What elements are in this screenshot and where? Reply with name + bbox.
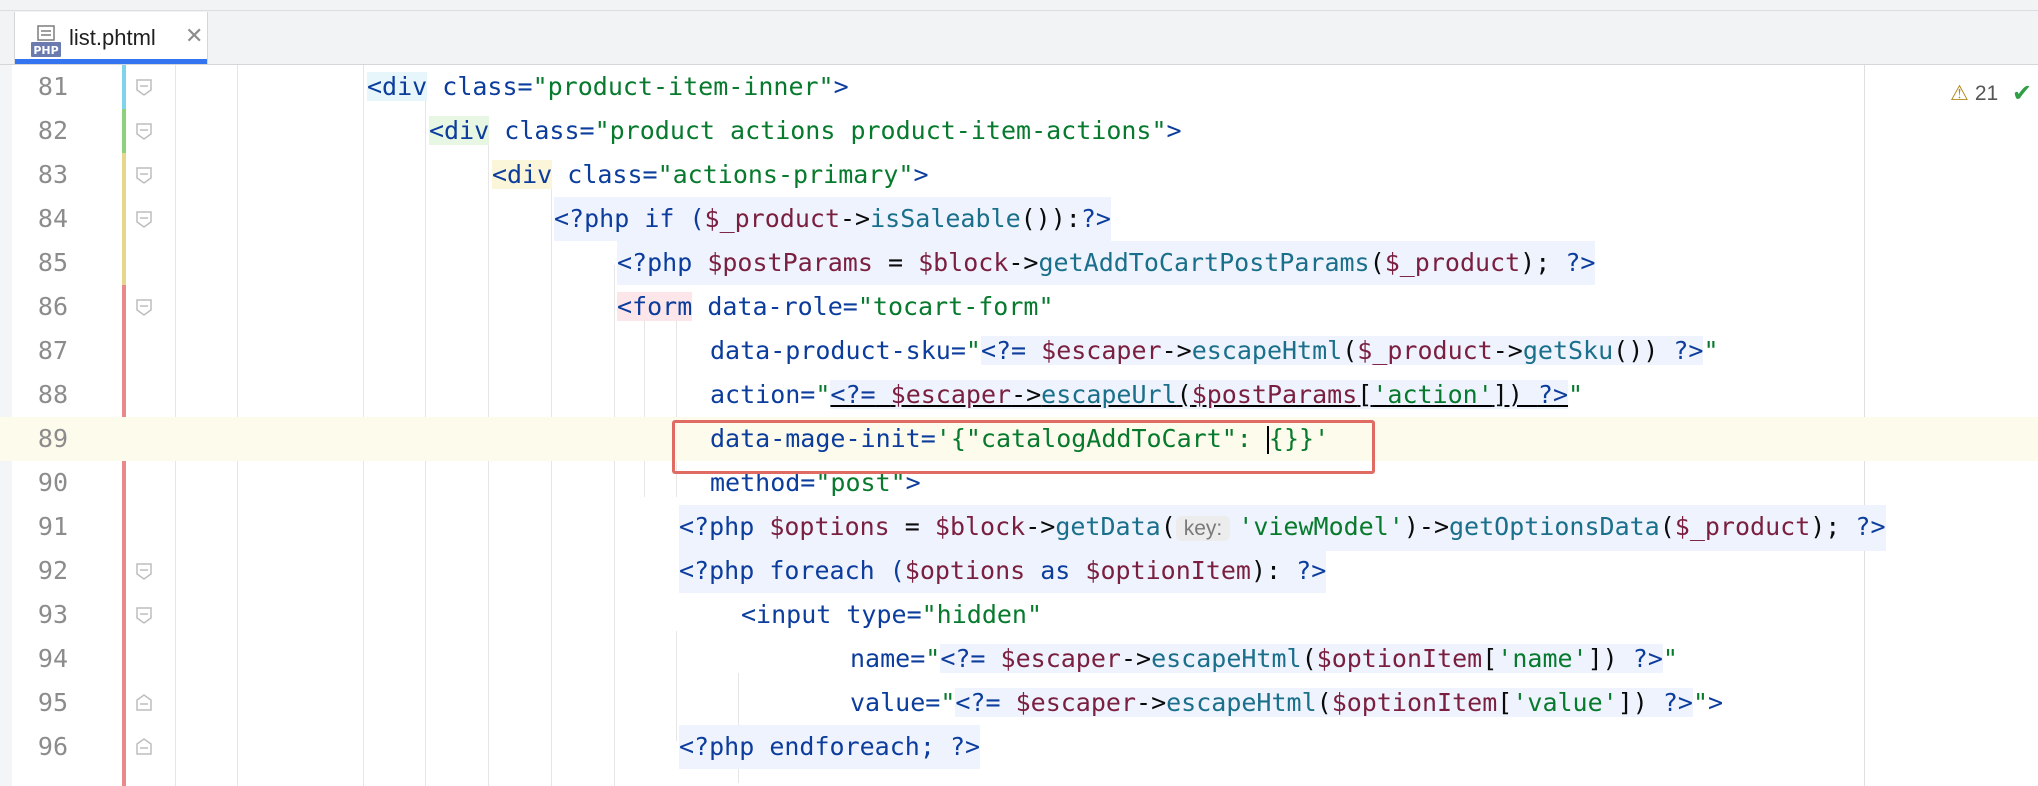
line-number: 83	[37, 160, 68, 189]
line-number: 81	[37, 72, 68, 101]
svg-text:PHP: PHP	[33, 44, 58, 57]
fold-marker-icon[interactable]	[134, 121, 154, 141]
active-tab-indicator	[15, 59, 207, 64]
code-editor[interactable]: 81 <div class="product-item-inner"> 82 <…	[0, 65, 2038, 786]
code-line[interactable]: 86 <form data-role="tocart-form"	[0, 285, 2038, 329]
code-line[interactable]: 96 <?php endforeach; ?>	[0, 725, 2038, 769]
code-line[interactable]: 82 <div class="product actions product-i…	[0, 109, 2038, 153]
line-number: 84	[37, 204, 68, 233]
code-text: <form data-role="tocart-form"	[617, 292, 1054, 321]
code-line[interactable]: 92 <?php foreach ($options as $optionIte…	[0, 549, 2038, 593]
code-text: <div class="product-item-inner">	[367, 72, 849, 101]
code-text: data-product-sku="<?= $escaper->escapeHt…	[710, 336, 1719, 365]
code-text: <input type="hidden"	[741, 600, 1043, 629]
line-number: 94	[37, 644, 68, 673]
line-number: 88	[37, 380, 68, 409]
code-text: action="<?= $escaper->escapeUrl($postPar…	[710, 380, 1584, 409]
line-number: 92	[37, 556, 68, 585]
code-line[interactable]: 91 <?php $options = $block->getData(key:…	[0, 505, 2038, 551]
fold-marker-icon[interactable]	[134, 77, 154, 97]
code-text: <div class="product actions product-item…	[429, 116, 1182, 145]
code-text: <?php $postParams = $block->getAddToCart…	[617, 241, 1596, 285]
line-number: 93	[37, 600, 68, 629]
line-number: 89	[37, 424, 68, 453]
fold-marker-icon[interactable]	[134, 209, 154, 229]
code-line[interactable]: 83 <div class="actions-primary">	[0, 153, 2038, 197]
warning-count: 21	[1974, 82, 1999, 105]
editor-tab-bar: PHP list.phtml ✕	[0, 0, 2038, 65]
line-number: 96	[37, 732, 68, 761]
code-line[interactable]: 84 <?php if ($_product->isSaleable()):?>	[0, 197, 2038, 241]
code-text: <?php $options = $block->getData(key:'vi…	[679, 505, 1886, 551]
code-line[interactable]: 93 <input type="hidden"	[0, 593, 2038, 637]
warning-icon: ⚠	[1950, 82, 1969, 105]
parameter-hint: key:	[1175, 516, 1231, 541]
fold-end-marker-icon[interactable]	[134, 693, 154, 713]
code-text: <?php if ($_product->isSaleable()):?>	[554, 197, 1111, 241]
check-icon[interactable]: ✔	[2012, 79, 2032, 107]
code-line[interactable]: 94 name="<?= $escaper->escapeHtml($optio…	[0, 637, 2038, 681]
code-text: <div class="actions-primary">	[492, 160, 929, 189]
fold-end-marker-icon[interactable]	[134, 737, 154, 757]
tab-file-name: list.phtml	[69, 25, 156, 50]
close-icon[interactable]: ✕	[185, 24, 203, 49]
code-text: <?php endforeach; ?>	[679, 725, 981, 769]
code-text: name="<?= $escaper->escapeHtml($optionIt…	[850, 644, 1678, 673]
line-number: 91	[37, 512, 68, 541]
code-line[interactable]: 95 value="<?= $escaper->escapeHtml($opti…	[0, 681, 2038, 725]
code-line[interactable]: 85 <?php $postParams = $block->getAddToC…	[0, 241, 2038, 285]
code-line[interactable]: 87 data-product-sku="<?= $escaper->escap…	[0, 329, 2038, 373]
line-number: 85	[37, 248, 68, 277]
tab-list-phtml[interactable]: PHP list.phtml ✕	[14, 12, 208, 64]
code-line[interactable]: 81 <div class="product-item-inner">	[0, 65, 2038, 109]
code-text: <?php foreach ($options as $optionItem):…	[679, 549, 1327, 593]
code-text: value="<?= $escaper->escapeHtml($optionI…	[850, 688, 1724, 717]
toolbar-strip	[0, 0, 2038, 11]
php-file-icon: PHP	[31, 25, 61, 59]
line-number: 82	[37, 116, 68, 145]
line-number: 95	[37, 688, 68, 717]
fold-marker-icon[interactable]	[134, 605, 154, 625]
line-number: 87	[37, 336, 68, 365]
line-number: 90	[37, 468, 68, 497]
fold-marker-icon[interactable]	[134, 165, 154, 185]
fold-marker-icon[interactable]	[134, 297, 154, 317]
line-number: 86	[37, 292, 68, 321]
inspection-widget[interactable]: ⚠ 21	[1950, 81, 1998, 106]
code-line[interactable]: 88 action="<?= $escaper->escapeUrl($post…	[0, 373, 2038, 417]
highlight-box	[672, 420, 1375, 474]
fold-marker-icon[interactable]	[134, 561, 154, 581]
